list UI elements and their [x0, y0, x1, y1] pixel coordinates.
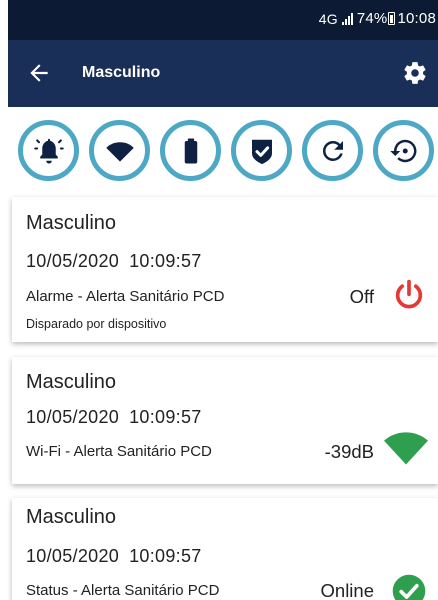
card-datetime: 10/05/2020 10:09:57	[26, 546, 202, 567]
card-date: 10/05/2020	[26, 407, 120, 427]
card-name: Masculino	[26, 506, 117, 528]
battery-icon	[184, 138, 197, 163]
wifi-signal-icon	[384, 432, 428, 465]
shield-check-icon	[251, 139, 272, 164]
card-value: Online	[320, 580, 374, 600]
card-device: Status - Alerta Sanitário PCD	[26, 582, 220, 599]
battery-button[interactable]	[160, 120, 221, 181]
card-datetime: 10/05/2020 10:09:57	[26, 251, 202, 272]
battery-percent: 74%	[356, 10, 388, 27]
event-card-status[interactable]: Masculino 10/05/2020 10:09:57 Status - Al…	[12, 498, 438, 600]
battery-status-icon	[388, 12, 396, 25]
bell-icon	[33, 138, 64, 163]
card-date: 10/05/2020	[26, 251, 120, 271]
history-button[interactable]	[373, 120, 434, 181]
arrow-left-icon[interactable]	[26, 60, 52, 86]
status-bar: 4G 74% 10:08	[8, 0, 438, 40]
page-title: Masculino	[82, 64, 161, 81]
card-name: Masculino	[26, 371, 117, 393]
card-name: Masculino	[26, 212, 117, 234]
card-date: 10/05/2020	[26, 546, 120, 566]
wifi-button[interactable]	[89, 120, 150, 181]
gear-icon[interactable]	[402, 60, 428, 86]
card-time: 10:09:57	[129, 407, 202, 427]
alarm-button[interactable]	[18, 120, 79, 181]
card-subtitle: Disparado por dispositivo	[26, 317, 167, 331]
signal-strength-icon	[341, 12, 353, 25]
card-value: -39dB	[324, 441, 374, 462]
security-button[interactable]	[231, 120, 292, 181]
refresh-icon	[322, 140, 343, 161]
history-icon	[389, 139, 416, 162]
card-datetime: 10/05/2020 10:09:57	[26, 407, 202, 428]
card-value: Off	[349, 286, 374, 307]
wifi-icon	[105, 141, 134, 162]
network-type: 4G	[318, 10, 338, 27]
card-device: Wi-Fi - Alerta Sanitário PCD	[26, 443, 212, 460]
status-indicators: 4G 74% 10:08	[319, 10, 436, 27]
event-card-wifi[interactable]: Masculino 10/05/2020 10:09:57 Wi-Fi - Ale…	[12, 357, 438, 484]
card-device: Alarme - Alerta Sanitário PCD	[26, 288, 225, 305]
card-time: 10:09:57	[129, 251, 202, 271]
app-bar: Masculino	[8, 40, 438, 107]
event-card-alarm[interactable]: Masculino 10/05/2020 10:09:57 Alarme - Al…	[12, 197, 438, 342]
clock: 10:08	[397, 10, 436, 27]
check-circle-icon	[392, 574, 426, 600]
action-icon-row	[0, 120, 438, 182]
card-time: 10:09:57	[129, 546, 202, 566]
power-icon	[395, 279, 423, 309]
refresh-button[interactable]	[302, 120, 363, 181]
